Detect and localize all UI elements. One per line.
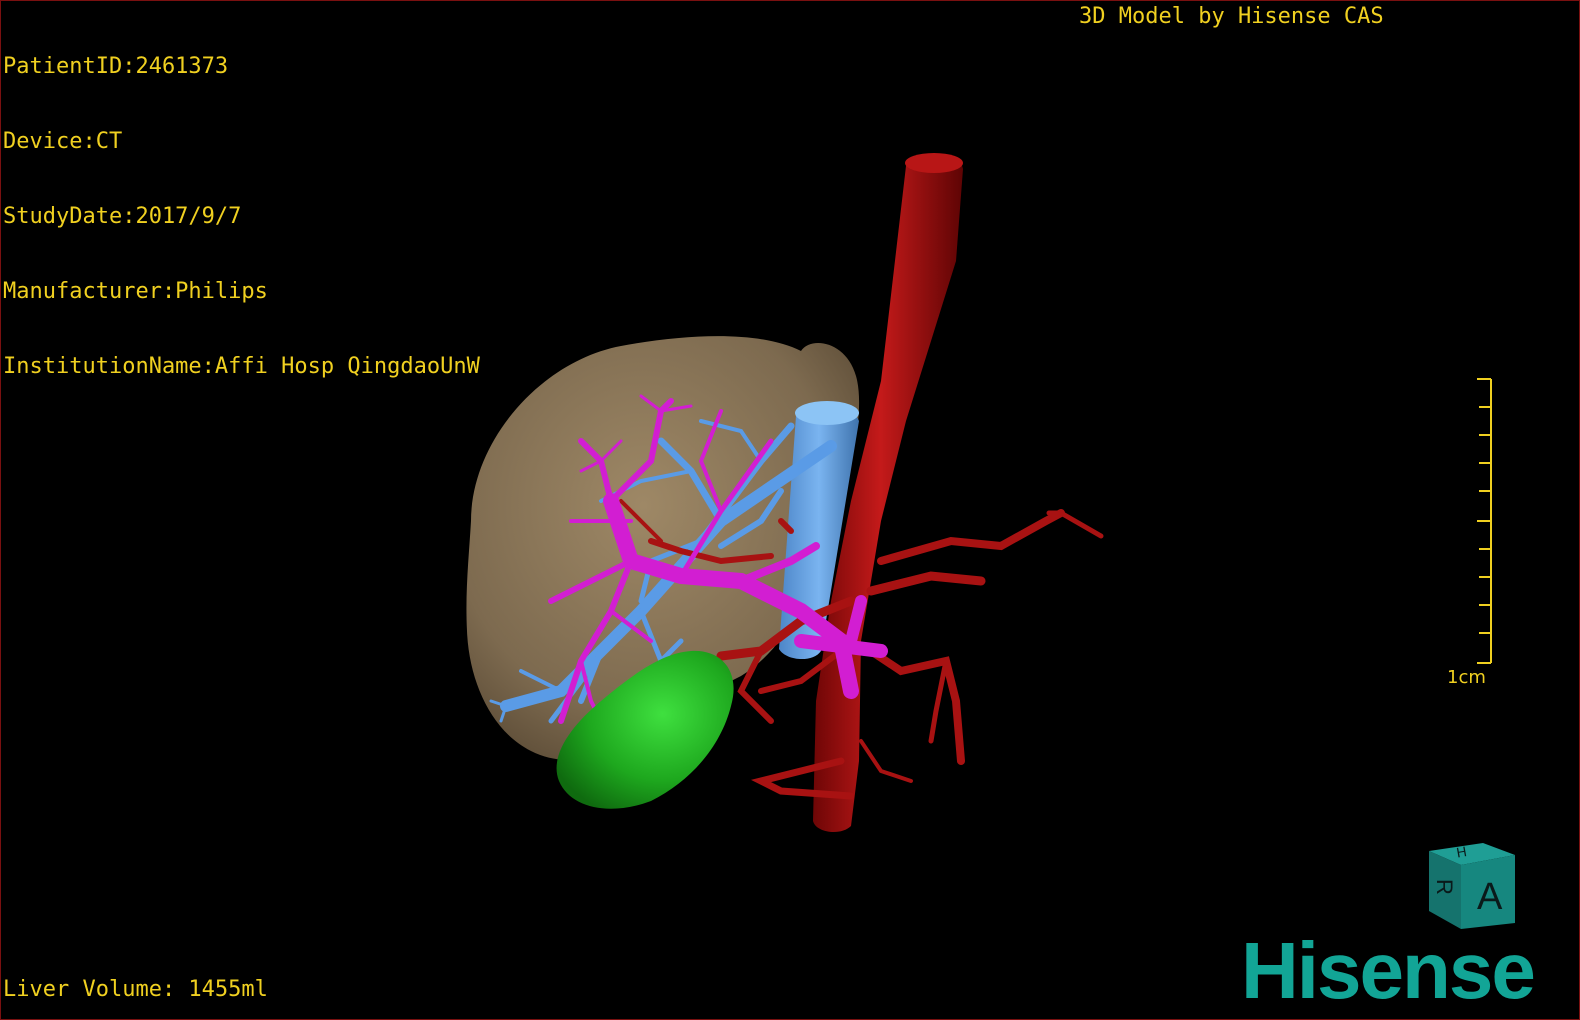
patient-info-panel: PatientID:2461373 Device:CT StudyDate:20… (3, 4, 480, 429)
manufacturer-label: Manufacturer:Philips (3, 279, 268, 304)
hisense-logo: Hisense (1241, 926, 1536, 1015)
institution-name: InstitutionName:Affi Hosp QingdaoUnW (3, 354, 480, 379)
scale-bar (1477, 378, 1492, 664)
model-title: 3D Model by Hisense CAS (1079, 4, 1384, 29)
device-label: Device:CT (3, 129, 123, 154)
study-date: StudyDate:2017/9/7 (3, 204, 242, 229)
3d-viewport[interactable]: PatientID:2461373 Device:CT StudyDate:20… (0, 0, 1580, 1020)
orientation-cube-icon[interactable]: A H R (1421, 841, 1521, 933)
patient-id: PatientID:2461373 (3, 54, 229, 79)
cube-face-side: R (1432, 879, 1457, 895)
liver-volume-readout: Liver Volume: 1455ml (3, 977, 268, 1002)
cube-face-front: A (1477, 876, 1503, 918)
scale-bar-label: 1cm (1447, 667, 1486, 688)
